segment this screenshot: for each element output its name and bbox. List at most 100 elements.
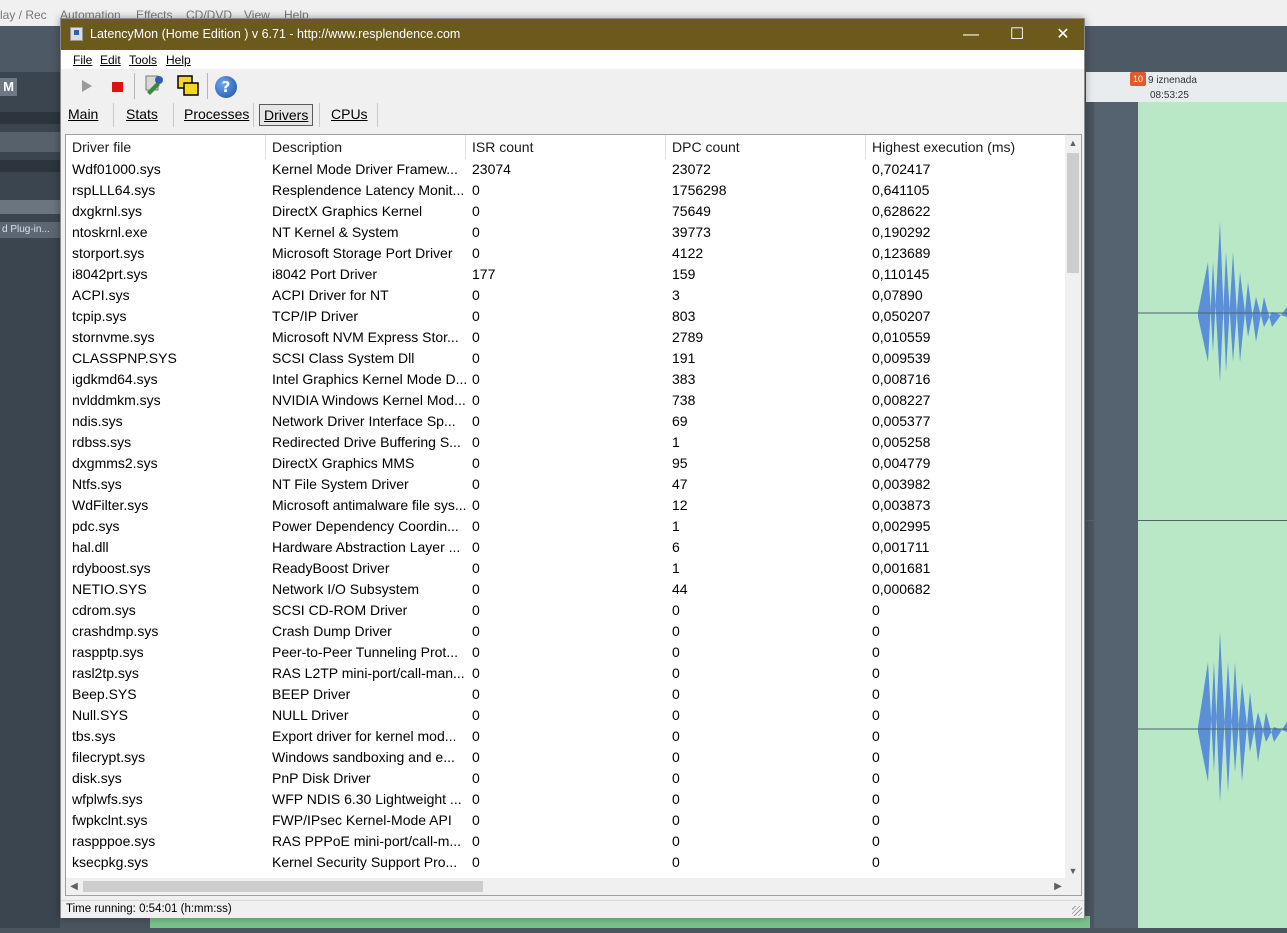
bg-marker-badge[interactable]: 10	[1130, 72, 1146, 86]
table-row[interactable]: ACPI.sys ACPI Driver for NT 0 3 0,07890	[66, 285, 1066, 306]
scroll-up-arrow-icon[interactable]: ▲	[1065, 135, 1081, 151]
menu-tools[interactable]: Tools	[129, 53, 157, 67]
isr-count-cell: 0	[472, 350, 480, 366]
table-row[interactable]: crashdmp.sys Crash Dump Driver 0 0 0	[66, 621, 1066, 642]
table-row[interactable]: ksecpkg.sys Kernel Security Support Pro..…	[66, 852, 1066, 873]
table-row[interactable]: fwpkclnt.sys FWP/IPsec Kernel-Mode API 0 0 0	[66, 810, 1066, 831]
description-cell: SCSI Class System Dll	[272, 350, 415, 366]
close-button[interactable]: ✕	[1040, 19, 1086, 50]
column-header-driver-file[interactable]: Driver file	[66, 135, 266, 159]
resize-grip-icon[interactable]	[1072, 906, 1082, 916]
table-row[interactable]: tbs.sys Export driver for kernel mod... 0 0…	[66, 726, 1066, 747]
column-header-highest-execution[interactable]: Highest execution (ms)	[866, 135, 1066, 159]
highest-execution-cell: 0	[872, 707, 880, 723]
table-row[interactable]: cdrom.sys SCSI CD-ROM Driver 0 0 0	[66, 600, 1066, 621]
table-row[interactable]: raspptp.sys Peer-to-Peer Tunneling Prot..…	[66, 642, 1066, 663]
description-cell: Kernel Security Support Pro...	[272, 854, 458, 870]
windows-icon[interactable]	[177, 75, 199, 97]
tab-drivers[interactable]: Drivers	[259, 104, 314, 126]
scroll-down-arrow-icon[interactable]: ▼	[1065, 863, 1081, 879]
table-row[interactable]: tcpip.sys TCP/IP Driver 0 803 0,050207	[66, 306, 1066, 327]
scroll-left-arrow-icon[interactable]: ◀	[66, 878, 82, 895]
table-row[interactable]: ntoskrnl.exe NT Kernel & System 0 39773 0,19…	[66, 222, 1066, 243]
column-header-description[interactable]: Description	[266, 135, 466, 159]
isr-count-cell: 0	[472, 329, 480, 345]
maximize-button[interactable]: ☐	[994, 19, 1040, 50]
table-body: Wdf01000.sys Kernel Mode Driver Framew...…	[66, 159, 1066, 873]
isr-count-cell: 0	[472, 833, 480, 849]
table-row[interactable]: disk.sys PnP Disk Driver 0 0 0	[66, 768, 1066, 789]
bg-mute-button[interactable]: M	[0, 78, 17, 96]
isr-count-cell: 0	[472, 686, 480, 702]
table-row[interactable]: Null.SYS NULL Driver 0 0 0	[66, 705, 1066, 726]
menu-file[interactable]: File	[73, 53, 92, 67]
tab-main[interactable]: Main	[64, 104, 102, 126]
driver-file-cell: rspLLL64.sys	[72, 182, 156, 198]
column-header-dpc-count[interactable]: DPC count	[666, 135, 866, 159]
driver-tools-icon[interactable]	[143, 74, 165, 96]
table-row[interactable]: hal.dll Hardware Abstraction Layer ... 0 6 0…	[66, 537, 1066, 558]
play-icon[interactable]	[82, 80, 92, 92]
bg-plugin-slot[interactable]: d Plug-in...	[0, 222, 60, 238]
table-row[interactable]: WdFilter.sys Microsoft antimalware file s…	[66, 495, 1066, 516]
stop-icon[interactable]	[112, 82, 123, 92]
table-row[interactable]: pdc.sys Power Dependency Coordin... 0 1 0,00…	[66, 516, 1066, 537]
isr-count-cell: 0	[472, 455, 480, 471]
dpc-count-cell: 0	[672, 665, 680, 681]
tab-cpus[interactable]: CPUs	[327, 104, 372, 126]
horizontal-scroll-thumb[interactable]	[83, 881, 483, 892]
table-row[interactable]: Wdf01000.sys Kernel Mode Driver Framew...…	[66, 159, 1066, 180]
vertical-scrollbar[interactable]: ▲ ▼	[1065, 135, 1081, 879]
table-row[interactable]: rdbss.sys Redirected Drive Buffering S...…	[66, 432, 1066, 453]
table-row[interactable]: stornvme.sys Microsoft NVM Express Stor..…	[66, 327, 1066, 348]
bg-menu-play-rec[interactable]: lay / Rec	[0, 8, 47, 22]
bg-track-controls[interactable]	[0, 132, 60, 152]
table-row[interactable]: dxgkrnl.sys DirectX Graphics Kernel 0 75649…	[66, 201, 1066, 222]
description-cell: Windows sandboxing and e...	[272, 749, 455, 765]
table-row[interactable]: i8042prt.sys i8042 Port Driver 177 159 0,110…	[66, 264, 1066, 285]
table-row[interactable]: NETIO.SYS Network I/O Subsystem 0 44 0,00068…	[66, 579, 1066, 600]
menu-bar: File Edit Tools Help	[61, 50, 1084, 69]
table-row[interactable]: wfplwfs.sys WFP NDIS 6.30 Lightweight ...…	[66, 789, 1066, 810]
horizontal-scrollbar[interactable]: ◀ ▶	[66, 878, 1066, 895]
table-row[interactable]: rdyboost.sys ReadyBoost Driver 0 1 0,001681	[66, 558, 1066, 579]
highest-execution-cell: 0,001681	[872, 560, 931, 576]
table-row[interactable]: rspLLL64.sys Resplendence Latency Monit..…	[66, 180, 1066, 201]
table-row[interactable]: igdkmd64.sys Intel Graphics Kernel Mode D…	[66, 369, 1066, 390]
isr-count-cell: 0	[472, 245, 480, 261]
column-header-isr-count[interactable]: ISR count	[466, 135, 666, 159]
bg-waveform[interactable]	[1138, 102, 1287, 928]
table-row[interactable]: filecrypt.sys Windows sandboxing and e...…	[66, 747, 1066, 768]
menu-edit[interactable]: Edit	[100, 53, 121, 67]
tab-processes[interactable]: Processes	[180, 104, 253, 126]
dpc-count-cell: 0	[672, 644, 680, 660]
isr-count-cell: 0	[472, 728, 480, 744]
tab-stats[interactable]: Stats	[122, 104, 162, 126]
dpc-count-cell: 383	[672, 371, 696, 387]
table-row[interactable]: storport.sys Microsoft Storage Port Drive…	[66, 243, 1066, 264]
help-icon[interactable]: ?	[215, 76, 237, 98]
isr-count-cell: 0	[472, 791, 480, 807]
minimize-button[interactable]: —	[948, 19, 994, 50]
dpc-count-cell: 1	[672, 560, 680, 576]
app-icon	[70, 27, 83, 41]
menu-help[interactable]: Help	[166, 53, 191, 67]
table-row[interactable]: Ntfs.sys NT File System Driver 0 47 0,003982	[66, 474, 1066, 495]
highest-execution-cell: 0,004779	[872, 455, 931, 471]
dpc-count-cell: 44	[672, 581, 688, 597]
tab-separator	[377, 103, 378, 127]
table-row[interactable]: nvlddmkm.sys NVIDIA Windows Kernel Mod...…	[66, 390, 1066, 411]
table-row[interactable]: ndis.sys Network Driver Interface Sp... 0 6…	[66, 411, 1066, 432]
bg-track-fader[interactable]	[0, 200, 60, 214]
scroll-right-arrow-icon[interactable]: ▶	[1050, 878, 1066, 895]
driver-file-cell: dxgmms2.sys	[72, 455, 158, 471]
description-cell: TCP/IP Driver	[272, 308, 359, 324]
table-row[interactable]: CLASSPNP.SYS SCSI Class System Dll 0 191 0,0…	[66, 348, 1066, 369]
table-row[interactable]: rasl2tp.sys RAS L2TP mini-port/call-man..…	[66, 663, 1066, 684]
table-row[interactable]: dxgmms2.sys DirectX Graphics MMS 0 95 0,0047…	[66, 453, 1066, 474]
highest-execution-cell: 0	[872, 623, 880, 639]
table-row[interactable]: raspppoe.sys RAS PPPoE mini-port/call-m..…	[66, 831, 1066, 852]
title-bar[interactable]: LatencyMon (Home Edition ) v 6.71 - http…	[61, 19, 1084, 50]
vertical-scroll-thumb[interactable]	[1067, 153, 1079, 273]
table-row[interactable]: Beep.SYS BEEP Driver 0 0 0	[66, 684, 1066, 705]
